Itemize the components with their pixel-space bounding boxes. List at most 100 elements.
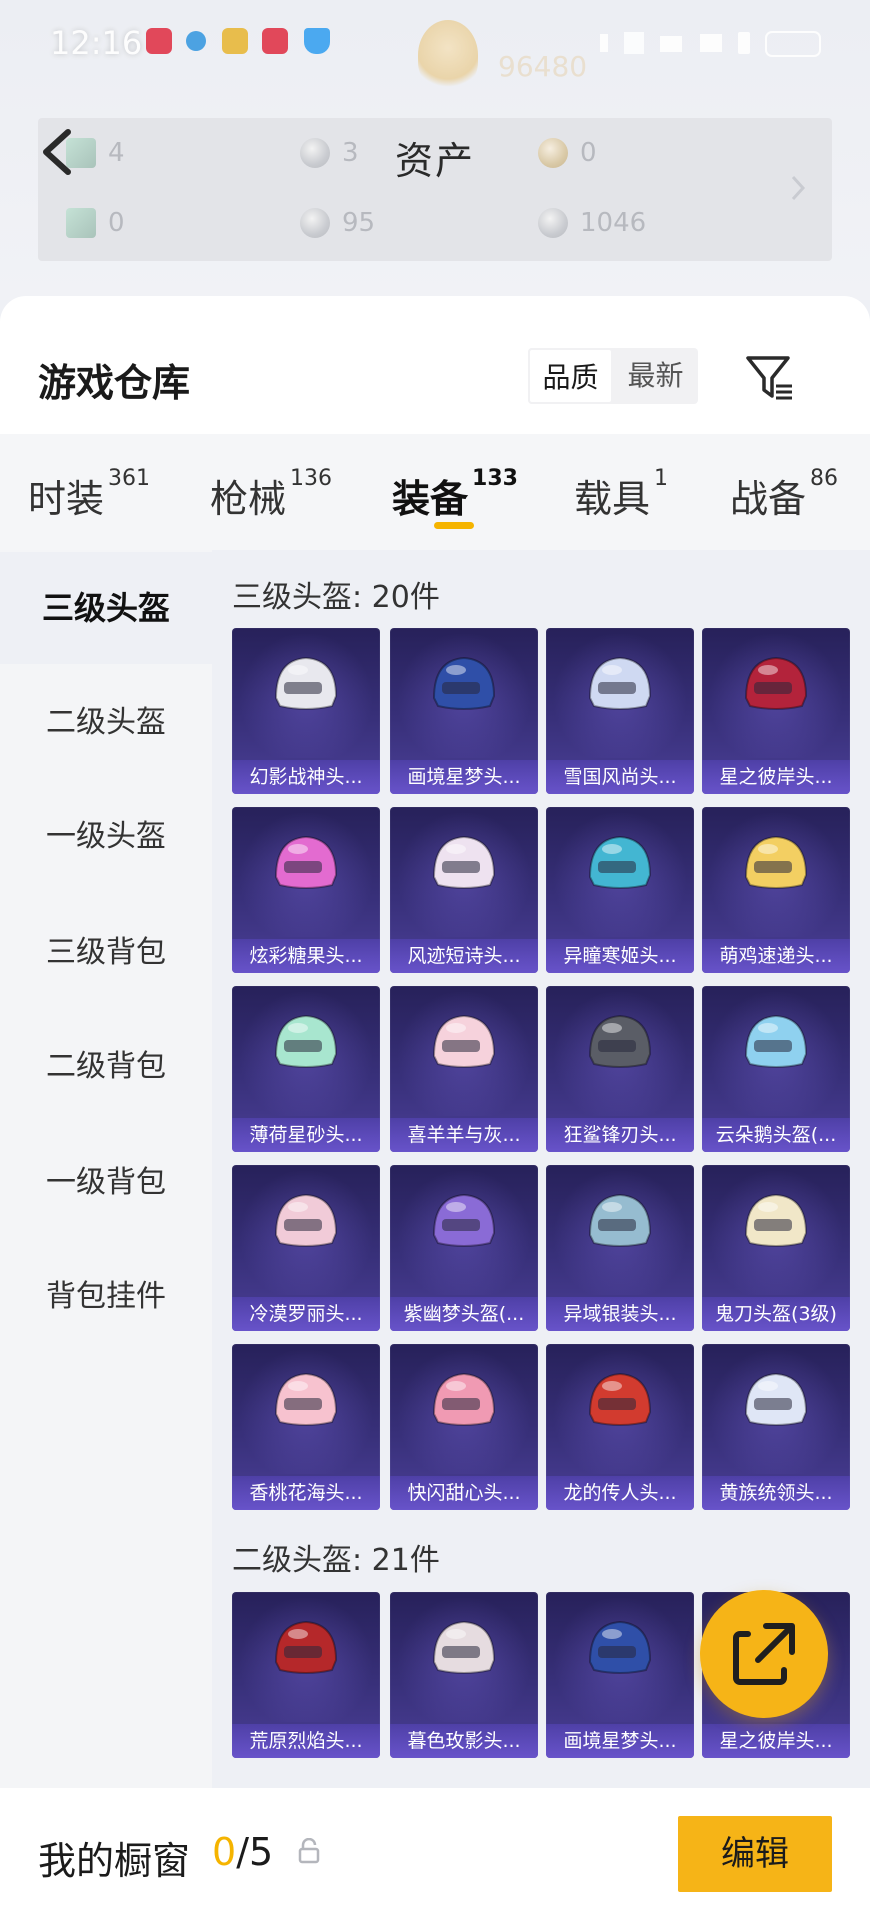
asset-value: 0 [580,138,597,168]
item-name: 香桃花海头... [232,1476,380,1510]
helmet-icon [274,1372,338,1426]
app-notification-icon [262,28,288,54]
share-button[interactable] [700,1590,828,1718]
item-name: 幻影战神头... [232,760,380,794]
section-title: 三级头盔: 20件 [232,580,440,615]
helmet-icon [274,1620,338,1674]
item-card[interactable]: 香桃花海头... [232,1344,380,1510]
item-card[interactable]: 异瞳寒姬头... [546,807,694,973]
item-card[interactable]: 龙的传人头... [546,1344,694,1510]
trophy-emblem-icon [418,20,478,90]
tab-equipment[interactable]: 装备 133 [392,466,518,523]
filter-button[interactable] [744,352,796,404]
item-card[interactable]: 幻影战神头... [232,628,380,794]
sidebar-item-backpack-charm[interactable]: 背包挂件 [0,1272,212,1322]
sort-toggle: 品质 最新 [528,348,698,404]
tab-fashion[interactable]: 时装 361 [28,466,151,523]
asset-ticket: 4 [66,138,125,168]
item-name: 画境星梦头... [390,760,538,794]
ticket-icon [66,138,96,168]
item-name: 荒原烈焰头... [232,1724,380,1758]
tab-vehicles[interactable]: 载具 1 [574,466,669,523]
item-card[interactable]: 鬼刀头盔(3级) [702,1165,850,1331]
sidebar-item-helmet-lv3[interactable]: 三级头盔 [0,552,212,664]
helmet-icon [588,835,652,889]
tab-count: 1 [654,466,669,491]
tab-firearms[interactable]: 枪械 136 [210,466,332,523]
sidebar-item-backpack-lv2[interactable]: 二级背包 [0,1042,212,1092]
page-title: 资产 [394,139,475,183]
item-card[interactable]: 狂鲨锋刃头... [546,986,694,1152]
item-name: 薄荷星砂头... [232,1118,380,1152]
item-card[interactable]: 黄族统领头... [702,1344,850,1510]
item-card[interactable]: 暮色玫影头... [390,1592,538,1758]
active-tab-indicator [434,522,474,529]
item-name: 星之彼岸头... [702,760,850,794]
sort-by-quality-button[interactable]: 品质 [528,348,613,404]
item-card[interactable]: 风迹短诗头... [390,807,538,973]
item-card[interactable]: 喜羊羊与灰... [390,986,538,1152]
showcase-count: 0/5 [212,1830,273,1874]
silver-coin-icon [300,138,330,168]
sidebar-item-helmet-lv1[interactable]: 一级头盔 [0,812,212,862]
helmet-icon [744,656,808,710]
asset-value: 95 [342,208,376,238]
helmet-icon [588,1193,652,1247]
item-name: 异瞳寒姬头... [546,939,694,973]
item-name: 异域银装头... [546,1297,694,1331]
helmet-icon [432,1014,496,1068]
sidebar-item-backpack-lv3[interactable]: 三级背包 [0,928,212,978]
item-card[interactable]: 薄荷星砂头... [232,986,380,1152]
item-name: 风迹短诗头... [390,939,538,973]
card-icon [66,208,96,238]
asset-silver: 3 [300,138,359,168]
item-card[interactable]: 云朵鹅头盔(... [702,986,850,1152]
showcase-current: 0 [212,1830,237,1874]
item-card[interactable]: 荒原烈焰头... [232,1592,380,1758]
item-card[interactable]: 画境星梦头... [390,628,538,794]
tab-count: 361 [108,466,151,491]
helmet-icon [432,1193,496,1247]
item-card[interactable]: 星之彼岸头... [702,628,850,794]
helmet-icon [274,835,338,889]
edit-button[interactable]: 编辑 [678,1816,832,1892]
tab-label: 装备 [392,477,469,521]
share-icon [733,1623,795,1685]
helmet-icon [744,1014,808,1068]
gold-amount: 96480 [498,50,588,83]
app-notification-icon [304,28,330,54]
pearl-coin-icon [538,208,568,238]
item-card[interactable]: 画境星梦头... [546,1592,694,1758]
item-name: 喜羊羊与灰... [390,1118,538,1152]
sidebar-item-backpack-lv1[interactable]: 一级背包 [0,1158,212,1208]
item-card[interactable]: 炫彩糖果头... [232,807,380,973]
item-name: 狂鲨锋刃头... [546,1118,694,1152]
helmet-icon [432,1372,496,1426]
tab-supplies[interactable]: 战备 86 [730,466,839,523]
item-name: 冷漠罗丽头... [232,1297,380,1331]
tab-label: 载具 [574,477,651,521]
item-card[interactable]: 冷漠罗丽头... [232,1165,380,1331]
item-name: 鬼刀头盔(3级) [702,1297,850,1331]
helmet-icon [432,1620,496,1674]
item-name: 黄族统领头... [702,1476,850,1510]
item-name: 紫幽梦头盔(... [390,1297,538,1331]
signal-wifi-battery-icon [600,31,821,57]
item-name: 暮色玫影头... [390,1724,538,1758]
sidebar-item-helmet-lv2[interactable]: 二级头盔 [0,698,212,748]
item-card[interactable]: 紫幽梦头盔(... [390,1165,538,1331]
tab-count: 86 [810,466,839,491]
chevron-right-icon[interactable] [790,174,806,209]
item-name: 画境星梦头... [546,1724,694,1758]
silver-coin-icon [300,208,330,238]
item-card[interactable]: 萌鸡速递头... [702,807,850,973]
tab-label: 战备 [730,477,807,521]
helmet-icon [588,1372,652,1426]
item-name: 雪国风尚头... [546,760,694,794]
helmet-icon [744,835,808,889]
helmet-icon [744,1193,808,1247]
sort-by-newest-button[interactable]: 最新 [613,348,698,404]
item-card[interactable]: 异域银装头... [546,1165,694,1331]
item-card[interactable]: 快闪甜心头... [390,1344,538,1510]
item-card[interactable]: 雪国风尚头... [546,628,694,794]
